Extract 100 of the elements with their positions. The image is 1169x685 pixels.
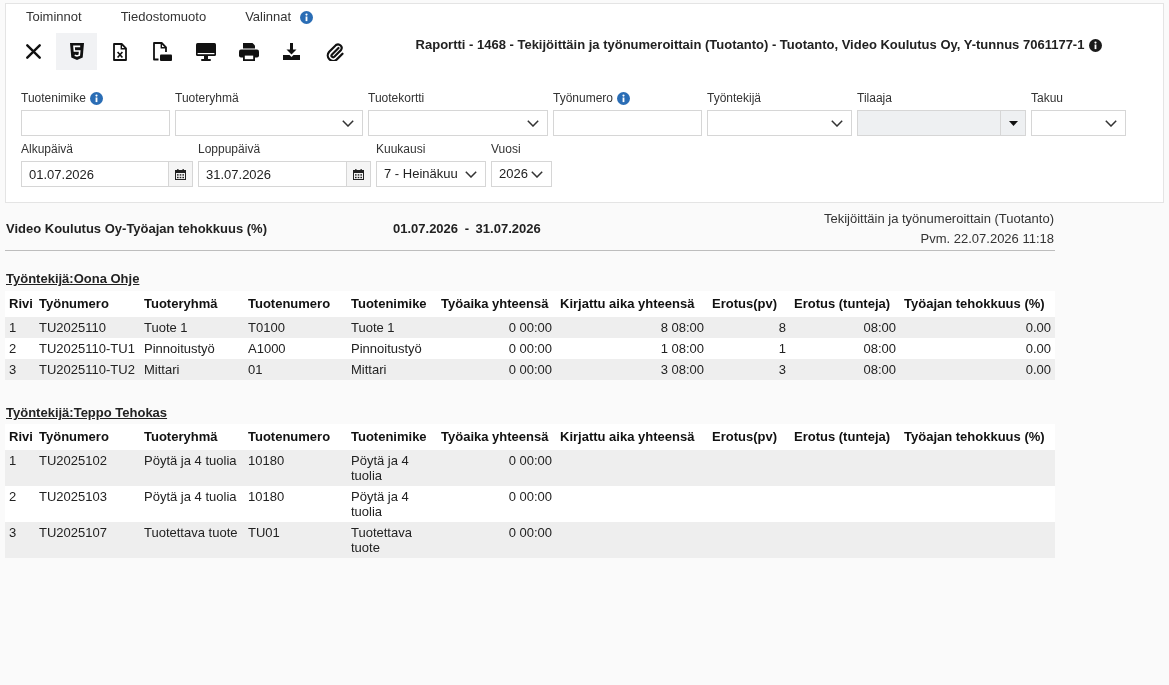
text-field[interactable] — [21, 110, 170, 136]
download-icon — [283, 43, 300, 60]
table-cell-text: 0 00:00 — [507, 488, 553, 506]
menu-item[interactable]: Toiminnot — [21, 8, 87, 26]
file-x-icon — [112, 42, 127, 61]
table-cell-text: 8 — [777, 319, 787, 337]
monitor-icon — [195, 42, 216, 61]
calendar-icon — [353, 168, 364, 180]
date-field[interactable]: 01.07.2026 — [21, 161, 169, 187]
calendar-button[interactable] — [169, 161, 193, 187]
field-label: Kuukausi — [376, 141, 426, 157]
table-cell-text: 01 — [247, 361, 264, 379]
field-label: Tuotenimike — [21, 90, 86, 106]
table-cell-text: Pöytä ja 4 tuolia — [350, 488, 410, 521]
table-cell-text: 0 00:00 — [507, 319, 553, 337]
caret-down-icon — [1008, 120, 1018, 126]
report-period: 01.07.2026 - 31.07.2026 — [393, 220, 541, 238]
chevron-down-icon — [831, 119, 843, 127]
field-label: Tuoteryhmä — [175, 90, 239, 106]
menu-item[interactable]: Tiedostomuoto — [115, 8, 212, 26]
field-label: Vuosi — [491, 141, 521, 157]
table-cell-text: 3 08:00 — [659, 361, 705, 379]
chevron-down-icon — [342, 119, 354, 127]
column-header: Tuotenimike — [350, 429, 428, 445]
table-cell-text: TU01 — [247, 524, 281, 542]
column-header: Kirjattu aika yhteensä — [559, 296, 696, 312]
table-cell-text: Tuotettava tuote — [350, 524, 413, 557]
column-header: Tuoteryhmä — [143, 296, 219, 312]
column-header: Tuotenimike — [350, 296, 428, 312]
column-header: Tuoteryhmä — [143, 429, 219, 445]
table-cell-text: 0 00:00 — [507, 524, 553, 542]
chevron-down-icon — [527, 119, 539, 127]
employee-heading: Työntekijä:Teppo Tehokas — [5, 404, 169, 422]
report-heading: Video Koulutus Oy-Työajan tehokkuus (%) — [6, 220, 268, 238]
text-field[interactable] — [553, 110, 702, 136]
table-cell-text: 0 00:00 — [507, 361, 553, 379]
table-cell-text: 0.00 — [1024, 319, 1052, 337]
table-cell-text: T0100 — [247, 319, 286, 337]
field-label: Työnumero — [553, 90, 614, 106]
table-cell-text: Pöytä ja 4 tuolia — [350, 452, 410, 485]
calendar-icon — [175, 168, 186, 180]
table-cell-text: Tuotettava tuote — [143, 524, 239, 542]
column-header: Työajan tehokkuus (%) — [903, 296, 1046, 312]
table-cell-text: 10180 — [247, 452, 286, 470]
field-label: Alkupäivä — [21, 141, 74, 157]
table-cell-text: 0.00 — [1024, 361, 1052, 379]
printer-icon — [238, 42, 259, 61]
table-cell-text: Mittari — [143, 361, 181, 379]
column-header: Tuotenumero — [247, 429, 332, 445]
table-cell-text: TU2025110-TU2 — [38, 361, 136, 379]
paperclip-icon — [325, 42, 344, 61]
table-cell-text: TU2025102 — [38, 452, 108, 470]
column-header: Erotus (tunteja) — [793, 429, 892, 445]
table-cell-text: 3 — [8, 524, 18, 542]
calendar-button[interactable] — [347, 161, 371, 187]
field-label: Työntekijä — [707, 90, 762, 106]
table-cell-text: 08:00 — [862, 319, 897, 337]
chevron-down-icon — [1105, 119, 1117, 127]
table-cell-text: 3 — [8, 361, 18, 379]
column-header: Kirjattu aika yhteensä — [559, 429, 696, 445]
table-cell-text: 3 — [777, 361, 787, 379]
column-header: Työnumero — [38, 296, 110, 312]
table-cell-text: Pöytä ja 4 tuolia — [143, 452, 238, 470]
toolbar-button[interactable] — [56, 33, 97, 70]
table-cell-text: 2 — [8, 340, 18, 358]
column-header: Erotus (tunteja) — [793, 296, 892, 312]
close-icon — [26, 44, 41, 59]
field-label: Loppupäivä — [198, 141, 261, 157]
field-label: Takuu — [1031, 90, 1064, 106]
table-cell-text: Tuote 1 — [350, 319, 396, 337]
column-header: Työaika yhteensä — [440, 296, 550, 312]
table-cell-text: TU2025103 — [38, 488, 108, 506]
table-cell-text: 0 00:00 — [507, 452, 553, 470]
dropdown[interactable]: 7 - Heinäkuu — [376, 161, 486, 187]
report-title: Raportti - 1468 - Tekijöittäin ja työnumeroittain (Tuotanto) - Tuotanto, Video Koulutus Oy, Y-tunnus 7061177-1 — [415, 36, 1085, 55]
column-header: Työajan tehokkuus (%) — [903, 429, 1046, 445]
table-cell-text: TU2025107 — [38, 524, 108, 542]
column-header: Erotus(pv) — [711, 296, 778, 312]
table-cell-text: 1 — [8, 452, 18, 470]
column-header: Rivi — [8, 429, 34, 445]
table-cell-text: 08:00 — [862, 340, 897, 358]
report-subtitle: Tekijöittäin ja työnumeroittain (Tuotanto) — [823, 210, 1054, 228]
table-cell-text: Pinnoitustyö — [350, 340, 423, 358]
table-cell-text: Pinnoitustyö — [143, 340, 216, 358]
employee-heading: Työntekijä:Oona Ohje — [5, 270, 141, 288]
menu-item[interactable]: Valinnat — [240, 8, 297, 26]
dropdown[interactable]: 2026 — [491, 161, 552, 187]
table-cell-text: TU2025110-TU1 — [38, 340, 136, 358]
field-label: Tilaaja — [857, 90, 892, 106]
table-cell-text: A1000 — [247, 340, 287, 358]
table-cell-text: 1 — [777, 340, 787, 358]
table-cell-text: 1 — [8, 319, 18, 337]
table-cell-text: 8 08:00 — [659, 319, 705, 337]
print-date: Pvm. 22.07.2026 11:18 — [920, 230, 1054, 248]
table-cell-text: 10180 — [247, 488, 286, 506]
date-field[interactable]: 31.07.2026 — [198, 161, 347, 187]
table-cell-text: Pöytä ja 4 tuolia — [143, 488, 238, 506]
chevron-down-icon — [531, 170, 543, 178]
table-cell-text: Tuote 1 — [143, 319, 189, 337]
table-cell-text: TU2025110 — [38, 319, 107, 337]
